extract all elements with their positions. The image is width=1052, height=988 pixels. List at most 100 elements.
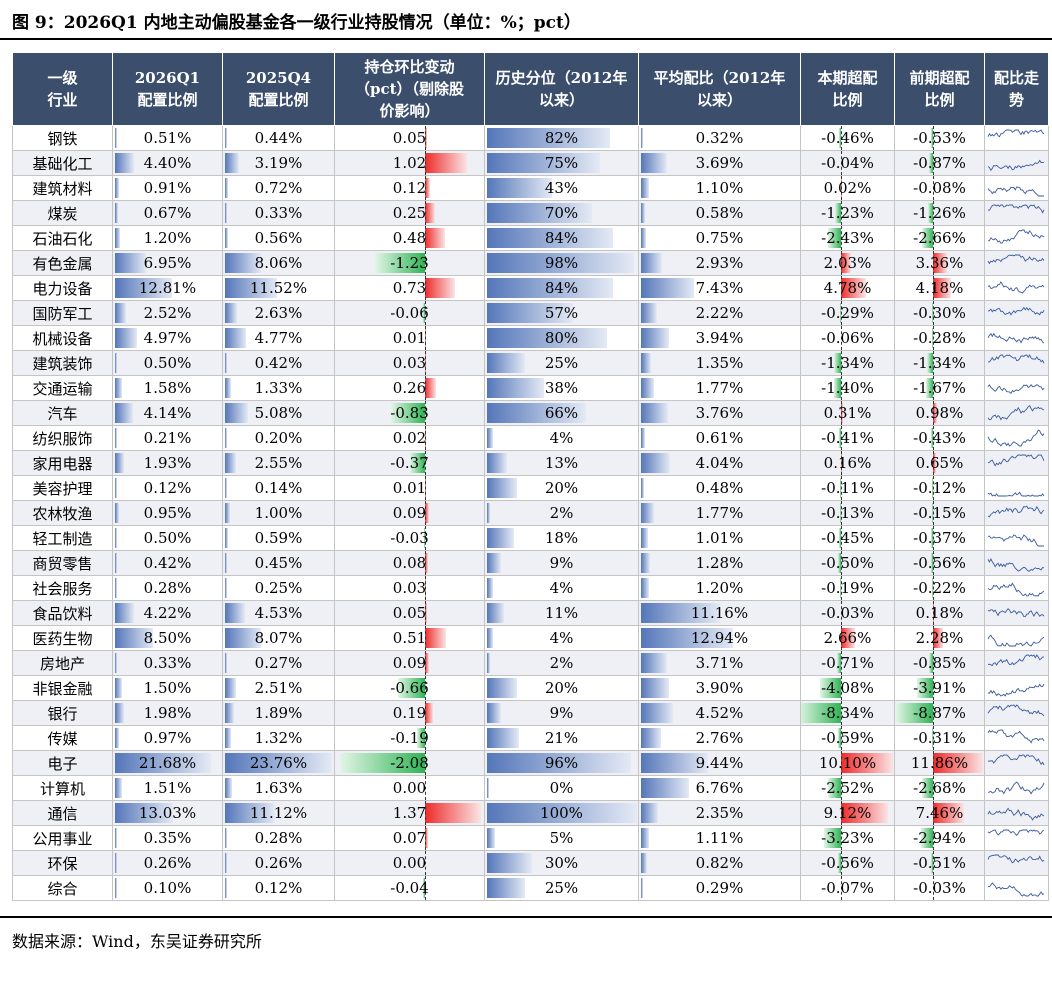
trend-line [987, 332, 1045, 344]
position-change-cell: 0.25 [334, 200, 485, 226]
data-bar [641, 853, 647, 873]
current-overweight-cell-value: -2.52% [821, 779, 874, 797]
previous-overweight-cell-value: -0.30% [913, 304, 966, 322]
data-bar [641, 228, 647, 248]
table-row: 电力设备 12.81% 11.52% 0.73 84% 7.43% 4.78% 4.18% [12, 275, 1049, 301]
average-ratio-cell-value: 1.10% [695, 179, 744, 197]
q1-ratio-cell-value: 4.40% [143, 154, 192, 172]
previous-overweight-cell-value: -0.53% [913, 129, 966, 147]
average-ratio-cell-value: 12.94% [690, 629, 749, 647]
current-overweight-cell-value: 10.10% [818, 754, 877, 772]
average-ratio-cell-value: 6.76% [695, 779, 744, 797]
trend-sparkline [987, 582, 1045, 597]
percentile-cell: 57% [484, 300, 639, 326]
q4-ratio-cell: 0.26% [222, 850, 335, 876]
data-bar [225, 378, 231, 398]
data-bar [425, 803, 481, 823]
position-change-cell-value: 0.03 [392, 579, 427, 597]
header-line: 配比走 [993, 69, 1039, 87]
trend-sparkline [987, 332, 1045, 344]
average-ratio-cell: 0.82% [638, 850, 801, 876]
industry-cell-value: 建筑材料 [32, 179, 93, 198]
previous-overweight-cell-value: -0.87% [913, 154, 966, 172]
industry-cell: 电子 [12, 750, 113, 776]
industry-cell-value: 公用事业 [32, 829, 93, 848]
previous-overweight-cell: -1.34% [894, 350, 985, 376]
current-overweight-cell-value: 2.66% [823, 629, 872, 647]
q1-ratio-cell-value: 0.51% [143, 129, 192, 147]
data-bar [115, 403, 134, 423]
data-bar [487, 603, 504, 623]
previous-overweight-cell-value: 4.18% [915, 279, 964, 297]
q4-ratio-cell: 1.33% [222, 375, 335, 401]
q4-ratio-cell-value: 0.28% [254, 829, 303, 847]
current-overweight-cell: 0.31% [800, 400, 895, 426]
position-change-cell: 0.01 [334, 475, 485, 501]
position-change-cell-value: 0.07 [392, 829, 427, 847]
industry-cell-value: 石油石化 [32, 229, 93, 248]
percentile-cell-value: 75% [544, 154, 579, 172]
position-change-cell: 0.03 [334, 350, 485, 376]
q4-ratio-cell-value: 0.33% [254, 204, 303, 222]
position-change-cell: 0.09 [334, 650, 485, 676]
trend-cell [984, 725, 1049, 751]
trend-line [987, 854, 1045, 864]
q4-ratio-cell-value: 0.12% [254, 879, 303, 897]
current-overweight-cell: -0.41% [800, 425, 895, 451]
previous-overweight-cell-value: -0.43% [913, 429, 966, 447]
industry-cell-value: 交通运输 [32, 379, 93, 398]
industry-cell-value: 综合 [47, 879, 78, 898]
q1-ratio-cell: 4.22% [112, 600, 223, 626]
trend-cell [984, 275, 1049, 301]
q4-ratio-cell-value: 0.14% [254, 479, 303, 497]
industry-cell: 食品饮料 [12, 600, 113, 626]
percentile-cell-value: 100% [540, 804, 583, 822]
average-ratio-cell-value: 9.44% [695, 754, 744, 772]
data-bar [115, 428, 117, 448]
average-ratio-cell: 3.94% [638, 325, 801, 351]
q1-ratio-cell: 8.50% [112, 625, 223, 651]
trend-sparkline [987, 254, 1045, 265]
current-overweight-cell-value: -0.50% [821, 554, 874, 572]
data-bar [115, 478, 117, 498]
previous-overweight-cell-value: -3.91% [913, 679, 966, 697]
table-row: 石油石化 1.20% 0.56% 0.48 84% 0.75% -2.43% -2.66% [12, 225, 1049, 251]
position-change-cell: 0.73 [334, 275, 485, 301]
current-overweight-cell-value: -1.40% [821, 379, 874, 397]
percentile-cell: 2% [484, 500, 639, 526]
data-bar [641, 178, 649, 198]
average-ratio-cell: 7.43% [638, 275, 801, 301]
trend-cell [984, 625, 1049, 651]
previous-overweight-cell-value: -8.87% [913, 704, 966, 722]
average-ratio-cell: 3.90% [638, 675, 801, 701]
industry-cell-value: 传媒 [47, 729, 78, 748]
current-overweight-cell: -1.34% [800, 350, 895, 376]
header-line: （pct）（剔除股 [354, 80, 465, 98]
percentile-cell: 43% [484, 175, 639, 201]
trend-sparkline [987, 534, 1044, 547]
table-row: 建筑材料 0.91% 0.72% 0.12 43% 1.10% 0.02% -0.08% [12, 175, 1049, 201]
data-bar [641, 153, 668, 173]
position-change-cell: 0.01 [334, 325, 485, 351]
header-average-ratio: 平均配比（2012年 以来） [638, 52, 801, 126]
current-overweight-cell: -0.19% [800, 575, 895, 601]
current-overweight-cell-value: -0.11% [821, 479, 874, 497]
percentile-cell: 5% [484, 825, 639, 851]
position-change-cell: -1.23 [334, 250, 485, 276]
previous-overweight-cell-value: 0.18% [915, 604, 964, 622]
average-ratio-cell-value: 1.20% [695, 579, 744, 597]
percentile-cell: 38% [484, 375, 639, 401]
trend-cell [984, 750, 1049, 776]
position-change-cell-value: 0.05 [392, 604, 427, 622]
q1-ratio-cell-value: 12.81% [138, 279, 197, 297]
q1-ratio-cell: 1.50% [112, 675, 223, 701]
table-row: 食品饮料 4.22% 4.53% 0.05 11% 11.16% -0.03% 0.18% [12, 600, 1049, 626]
position-change-cell-value: -1.23 [390, 254, 429, 272]
average-ratio-cell: 11.16% [638, 600, 801, 626]
average-ratio-cell-value: 2.35% [695, 804, 744, 822]
average-ratio-cell: 4.52% [638, 700, 801, 726]
average-ratio-cell-value: 1.77% [695, 379, 744, 397]
data-bar [115, 603, 134, 623]
q1-ratio-cell-value: 1.98% [143, 704, 192, 722]
q1-ratio-cell-value: 1.51% [143, 779, 192, 797]
